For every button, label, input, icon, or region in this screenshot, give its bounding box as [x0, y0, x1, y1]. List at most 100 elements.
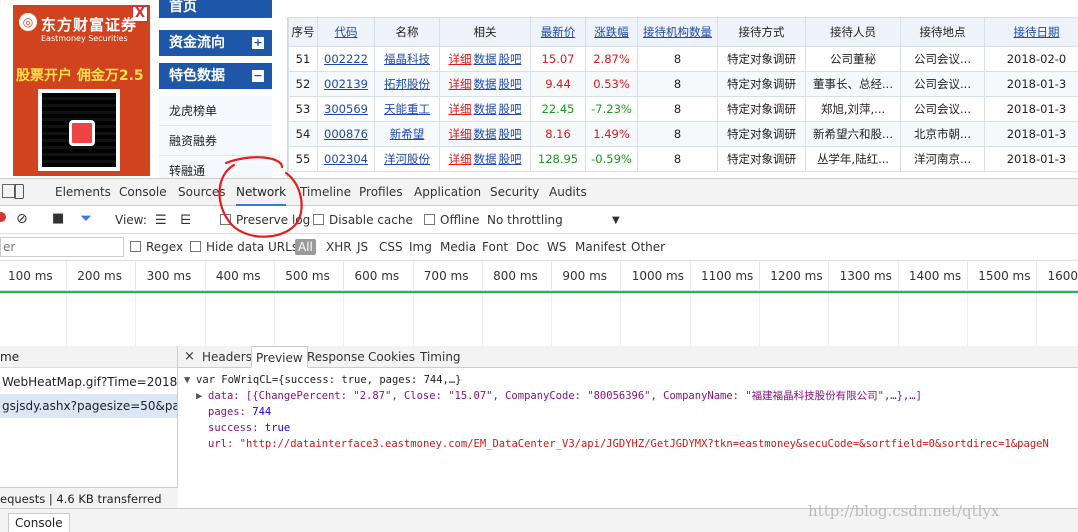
hide-data-urls-checkbox[interactable]: Hide data URLs — [190, 240, 298, 254]
stock-name-link[interactable]: 天能重工 — [384, 102, 430, 116]
stock-name-link[interactable]: 拓邦股份 — [384, 77, 430, 91]
filter-media[interactable]: Media — [440, 240, 476, 254]
clear-icon[interactable]: ⊘ — [16, 211, 28, 227]
stock-name-link[interactable]: 洋河股份 — [384, 152, 430, 166]
detail-link[interactable]: 详细 — [449, 102, 472, 116]
stock-code-link[interactable]: 002139 — [324, 77, 368, 91]
data-link[interactable]: 数据 — [474, 77, 497, 91]
col-header-org-count[interactable]: 接待机构数量 — [637, 17, 718, 47]
ad-banner[interactable]: X ◎ 东方财富证券 Eastmoney Securities 股票开户 佣金万… — [13, 5, 150, 176]
timeline-ruler[interactable]: 100 ms 200 ms 300 ms 400 ms 500 ms 600 ms 700 … — [0, 261, 1078, 291]
device-mode-icon[interactable] — [14, 184, 24, 199]
chevron-down-icon[interactable]: ▼ — [612, 215, 620, 226]
tab-headers[interactable]: Headers — [198, 346, 256, 368]
filter-css[interactable]: CSS — [379, 240, 403, 254]
nav-special-data[interactable]: 特色数据 − — [159, 63, 272, 89]
filter-img[interactable]: Img — [409, 240, 432, 254]
data-link[interactable]: 数据 — [474, 102, 497, 116]
large-rows-icon[interactable]: ☰ — [155, 213, 167, 228]
tab-elements[interactable]: Elements — [55, 179, 111, 206]
detail-link[interactable]: 详细 — [449, 77, 472, 91]
tab-sources[interactable]: Sources — [178, 179, 225, 206]
close-icon[interactable]: × — [180, 346, 199, 368]
data-link[interactable]: 数据 — [474, 52, 497, 66]
filter-xhr[interactable]: XHR — [326, 240, 352, 254]
tab-cookies[interactable]: Cookies — [364, 346, 419, 368]
tab-timing[interactable]: Timing — [416, 346, 465, 368]
tab-timeline[interactable]: Timeline — [300, 179, 351, 206]
expanded-triangle-icon[interactable]: ▼ — [184, 372, 196, 388]
stock-code-link[interactable]: 002304 — [324, 152, 368, 166]
data-link[interactable]: 数据 — [474, 127, 497, 141]
collapsed-triangle-icon[interactable]: ▶ — [196, 388, 208, 404]
preserve-log-checkbox[interactable]: Preserve log — [220, 213, 310, 227]
stock-name-link[interactable]: 福晶科技 — [384, 52, 430, 66]
nav-fund-flow[interactable]: 资金流向 + — [159, 30, 272, 56]
waterfall-view-icon[interactable]: ⋿ — [180, 213, 191, 228]
tab-profiles[interactable]: Profiles — [359, 179, 403, 206]
stock-code-link[interactable]: 000876 — [324, 127, 368, 141]
overview-gridline — [759, 293, 760, 348]
nav-item-margin[interactable]: 融资融券 — [159, 126, 272, 156]
filter-other[interactable]: Other — [631, 240, 665, 254]
offline-checkbox[interactable]: Offline — [424, 213, 479, 227]
preview-data-line[interactable]: ▶ data: [{ChangePercent: "2.87", Close: "… — [184, 388, 1078, 404]
filter-font[interactable]: Font — [482, 240, 508, 254]
request-row[interactable]: WebHeatMap.gif?Time=2018/... — [0, 370, 177, 394]
request-list-header[interactable]: me — [0, 346, 177, 368]
nav-item-refinancing[interactable]: 转融通 — [159, 156, 272, 178]
col-header-code[interactable]: 代码 — [317, 17, 375, 47]
tab-audits[interactable]: Audits — [549, 179, 587, 206]
col-header-date[interactable]: 接待日期 — [984, 17, 1078, 47]
table-row: 52 002139 拓邦股份 详细 数据 股吧 9.44 0.53% 8 特定对象调研 董事长、总经… — [288, 71, 1078, 97]
nav-item-longhu[interactable]: 龙虎榜单 — [159, 96, 272, 126]
forum-link[interactable]: 股吧 — [499, 52, 522, 66]
tab-response[interactable]: Response — [303, 346, 369, 368]
collapse-icon[interactable]: − — [252, 70, 264, 82]
filter-ws[interactable]: WS — [547, 240, 566, 254]
network-overview[interactable] — [0, 291, 1078, 348]
forum-link[interactable]: 股吧 — [499, 102, 522, 116]
timeline-gridline — [897, 261, 899, 291]
filter-all[interactable]: All — [295, 239, 316, 255]
forum-link[interactable]: 股吧 — [499, 152, 522, 166]
filter-doc[interactable]: Doc — [516, 240, 539, 254]
throttling-select[interactable]: No throttling — [487, 213, 563, 227]
screenshot-capture-icon[interactable]: ■ — [52, 211, 64, 226]
timeline-tick: 700 ms — [423, 269, 469, 283]
tab-network[interactable]: Network — [236, 179, 287, 206]
checkbox-icon — [220, 214, 231, 225]
tab-application[interactable]: Application — [414, 179, 481, 206]
record-icon[interactable] — [0, 212, 6, 222]
tab-console[interactable]: Console — [119, 179, 167, 206]
preview-pages-line: pages: 744 — [184, 404, 1078, 420]
disable-cache-checkbox[interactable]: Disable cache — [313, 213, 413, 227]
tab-security[interactable]: Security — [490, 179, 539, 206]
regex-checkbox[interactable]: Regex — [130, 240, 183, 254]
stock-code-link[interactable]: 002222 — [324, 52, 368, 66]
filter-js[interactable]: JS — [357, 240, 368, 254]
forum-link[interactable]: 股吧 — [499, 127, 522, 141]
stock-name-link[interactable]: 新希望 — [390, 127, 425, 141]
drawer-tab-console[interactable]: Console — [8, 513, 70, 532]
data-link[interactable]: 数据 — [474, 152, 497, 166]
detail-link[interactable]: 详细 — [449, 127, 472, 141]
detail-link[interactable]: 详细 — [449, 152, 472, 166]
filter-input[interactable] — [0, 237, 124, 257]
col-header-change[interactable]: 涨跌幅 — [585, 17, 638, 47]
timeline-tick: 400 ms — [215, 269, 261, 283]
overview-gridline — [66, 293, 67, 348]
nav-home[interactable]: 首页 — [159, 0, 272, 18]
url-key: url: — [208, 438, 234, 450]
request-row[interactable]: gsjsdy.ashx?pagesize=50&pag... — [0, 394, 177, 418]
expand-icon[interactable]: + — [252, 37, 264, 49]
cell-code: 300569 — [317, 96, 375, 122]
detail-link[interactable]: 详细 — [449, 52, 472, 66]
stock-code-link[interactable]: 300569 — [324, 102, 368, 116]
filter-manifest[interactable]: Manifest — [575, 240, 626, 254]
forum-link[interactable]: 股吧 — [499, 77, 522, 91]
col-header-price[interactable]: 最新价 — [530, 17, 586, 47]
tab-preview[interactable]: Preview — [251, 346, 308, 368]
filter-icon[interactable]: ⏷ — [80, 209, 92, 227]
preview-root-line[interactable]: ▼ var FoWriqCL={success: true, pages: 744… — [184, 372, 1078, 388]
